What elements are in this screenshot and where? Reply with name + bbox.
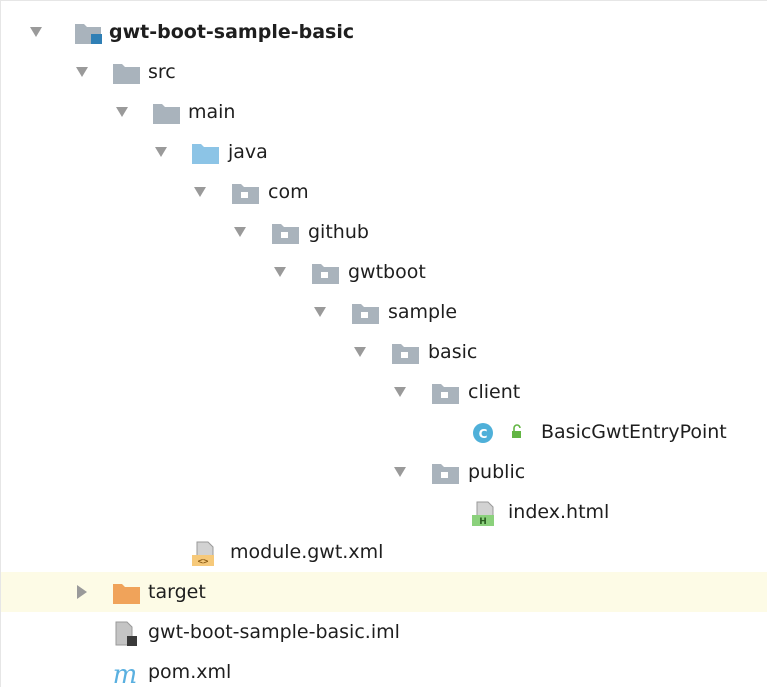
package-icon <box>351 301 381 324</box>
collapse-arrow-icon[interactable] <box>194 187 206 197</box>
html-file-icon: H <box>471 501 501 527</box>
package-icon <box>271 221 301 244</box>
folder-icon <box>112 61 142 84</box>
tree-row-java[interactable]: java <box>1 132 767 172</box>
tree-row-sample[interactable]: sample <box>1 292 767 332</box>
tree-row-gwtboot[interactable]: gwtboot <box>1 252 767 292</box>
java-class-icon: C <box>471 421 495 443</box>
tree-row-public[interactable]: public <box>1 452 767 492</box>
package-icon <box>391 341 421 364</box>
tree-label: main <box>188 101 236 123</box>
maven-icon: m <box>111 660 141 690</box>
collapse-arrow-icon[interactable] <box>234 227 246 237</box>
tree-label: target <box>148 581 206 603</box>
collapse-arrow-icon[interactable] <box>354 347 366 357</box>
tree-row-client[interactable]: client <box>1 372 767 412</box>
collapse-arrow-icon[interactable] <box>30 27 42 37</box>
source-folder-icon <box>191 141 221 164</box>
tree-label: index.html <box>508 501 610 523</box>
xml-badge-text: <> <box>198 557 209 567</box>
module-folder-icon <box>74 21 104 44</box>
expand-arrow-icon[interactable] <box>77 585 87 599</box>
tree-row-github[interactable]: github <box>1 212 767 252</box>
tree-row-index-html[interactable]: H index.html <box>1 492 767 532</box>
tree-row-module-gwt[interactable]: <> module.gwt.xml <box>1 532 767 572</box>
collapse-arrow-icon[interactable] <box>155 147 167 157</box>
project-tree: gwt-boot-sample-basic src main java com <box>0 0 767 690</box>
tree-label: gwt-boot-sample-basic <box>109 21 355 43</box>
tree-row-basic[interactable]: basic <box>1 332 767 372</box>
tree-label: gwt-boot-sample-basic.iml <box>148 621 400 643</box>
tree-row-iml[interactable]: gwt-boot-sample-basic.iml <box>1 612 767 652</box>
tree-label: java <box>228 141 268 163</box>
tree-label: BasicGwtEntryPoint <box>541 421 727 443</box>
tree-row-main[interactable]: main <box>1 92 767 132</box>
tree-row-src[interactable]: src <box>1 52 767 92</box>
package-icon <box>231 181 261 204</box>
tree-label: com <box>268 181 309 203</box>
collapse-arrow-icon[interactable] <box>394 387 406 397</box>
maven-badge-text: m <box>113 661 138 687</box>
tree-row-entry-point[interactable]: C BasicGwtEntryPoint <box>1 412 767 452</box>
public-access-icon <box>509 421 525 443</box>
xml-file-icon: <> <box>191 541 221 567</box>
package-icon <box>431 461 461 484</box>
tree-label: module.gwt.xml <box>230 541 384 563</box>
collapse-arrow-icon[interactable] <box>394 467 406 477</box>
collapse-arrow-icon[interactable] <box>116 107 128 117</box>
html-badge-text: H <box>479 517 487 527</box>
module-file-icon <box>113 621 143 646</box>
tree-row-target[interactable]: target <box>1 572 767 612</box>
collapse-arrow-icon[interactable] <box>76 67 88 77</box>
package-icon <box>431 381 461 404</box>
tree-row-root[interactable]: gwt-boot-sample-basic <box>1 12 767 52</box>
tree-row-com[interactable]: com <box>1 172 767 212</box>
tree-label: pom.xml <box>148 661 232 683</box>
collapse-arrow-icon[interactable] <box>274 267 286 277</box>
tree-label: src <box>148 61 176 83</box>
excluded-folder-icon <box>112 581 142 604</box>
tree-label: gwtboot <box>348 261 426 283</box>
class-badge-text: C <box>479 427 488 441</box>
tree-label: public <box>468 461 526 483</box>
tree-label: basic <box>428 341 478 363</box>
tree-label: client <box>468 381 521 403</box>
folder-icon <box>152 101 182 124</box>
tree-label: github <box>308 221 369 243</box>
tree-row-pom[interactable]: m pom.xml <box>1 652 767 692</box>
collapse-arrow-icon[interactable] <box>314 307 326 317</box>
tree-label: sample <box>388 301 458 323</box>
package-icon <box>311 261 341 284</box>
